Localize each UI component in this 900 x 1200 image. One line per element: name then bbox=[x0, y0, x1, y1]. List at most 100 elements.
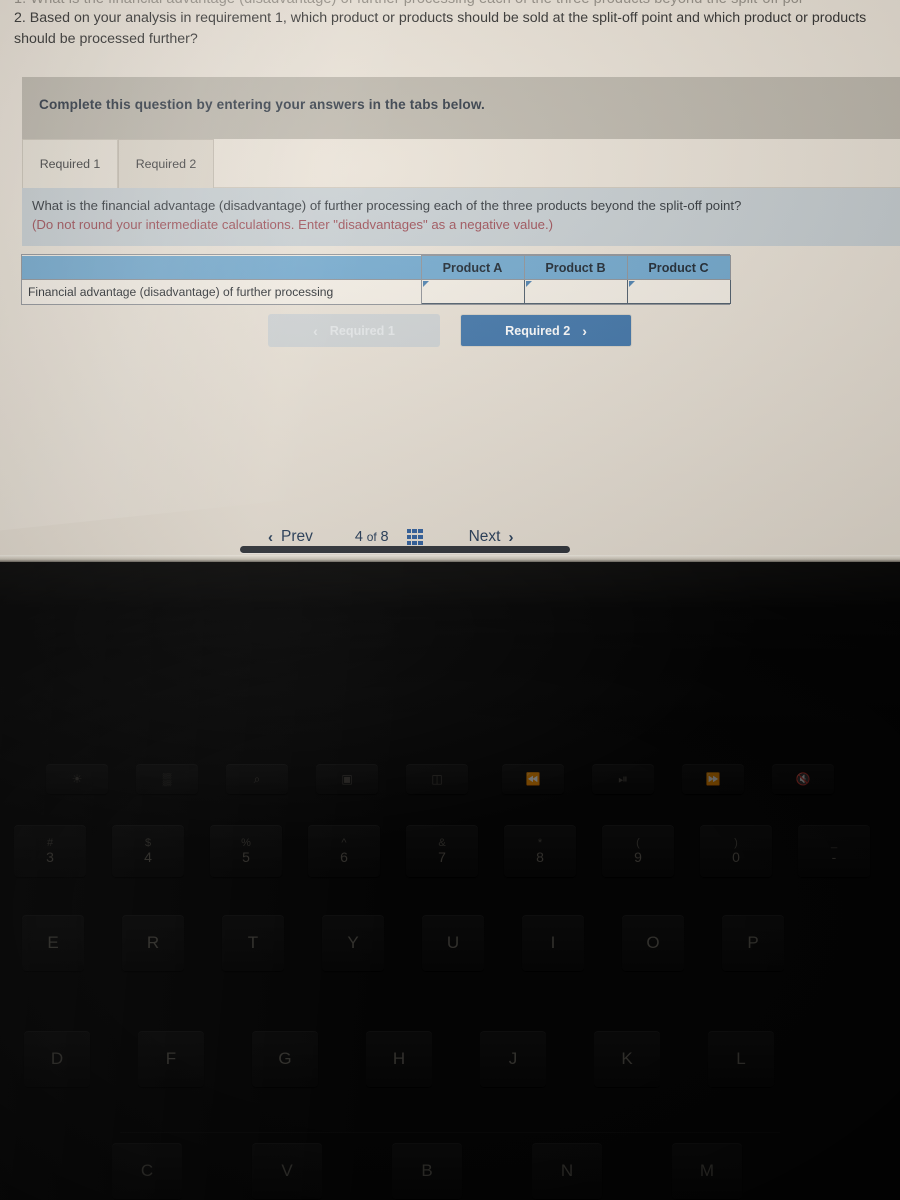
key-shift-glyph: * bbox=[537, 837, 543, 849]
cell-corner-marker-icon bbox=[422, 281, 429, 287]
key-base-glyph: P bbox=[747, 933, 759, 952]
tab-required-2-label: Required 2 bbox=[135, 157, 197, 171]
key-i[interactable]: I bbox=[522, 915, 584, 971]
key-base-glyph: 3 bbox=[46, 849, 54, 865]
key-y[interactable]: Y bbox=[322, 915, 384, 971]
key-base-glyph: L bbox=[736, 1049, 746, 1068]
laptop-keyboard-deck: ☀ ▒ ⌕ ▣ ◫ ⏪ ⏯ ⏩ 🔇 #3 $4% 5 ^ 6 & 7 * 8(9) 0 _ - ERTYUIOP DF… bbox=[0, 562, 900, 1200]
input-product-c[interactable] bbox=[627, 280, 730, 303]
keyboard-backlight-icon: ▒ bbox=[162, 772, 172, 786]
key-7[interactable]: & 7 bbox=[406, 825, 478, 877]
required-1-prev-button[interactable]: ‹ Required 1 bbox=[268, 314, 440, 347]
key-base-glyph: O bbox=[646, 933, 660, 952]
key-k[interactable]: K bbox=[594, 1031, 660, 1087]
tab-required-2[interactable]: Required 2 bbox=[118, 139, 214, 188]
key-fast-forward-icon[interactable]: ⏩ bbox=[682, 764, 744, 794]
key-base-glyph: 7 bbox=[438, 849, 446, 865]
key-d[interactable]: D bbox=[24, 1031, 90, 1087]
pagination-prev-label: Prev bbox=[281, 528, 313, 545]
key-base-glyph: R bbox=[146, 933, 160, 952]
table-header-product-c: Product C bbox=[626, 255, 731, 280]
keyboard-home-row: DF G H J K L bbox=[0, 1030, 900, 1088]
key-p[interactable]: P bbox=[722, 915, 784, 971]
cell-product-a[interactable] bbox=[420, 279, 525, 304]
pagination-next-button[interactable]: Next › bbox=[469, 528, 514, 546]
key-j[interactable]: J bbox=[480, 1031, 546, 1087]
key-r[interactable]: R bbox=[122, 915, 184, 971]
search-icon: ⌕ bbox=[253, 771, 261, 786]
key-6[interactable]: ^ 6 bbox=[308, 825, 380, 877]
prompt-line-2-warning: (Do not round your intermediate calculat… bbox=[32, 217, 554, 232]
grid-3x3-icon[interactable] bbox=[406, 529, 423, 545]
key-5[interactable]: % 5 bbox=[210, 825, 282, 877]
mute-icon: 🔇 bbox=[795, 772, 811, 786]
key-keyboard-backlight-icon[interactable]: ▒ bbox=[136, 764, 198, 794]
table-header-blank bbox=[22, 255, 422, 280]
chevron-right-icon: › bbox=[508, 528, 514, 546]
cell-corner-marker-icon bbox=[628, 281, 635, 287]
key-h[interactable]: H bbox=[366, 1031, 432, 1087]
key-f[interactable]: F bbox=[138, 1031, 204, 1087]
key-g[interactable]: G bbox=[252, 1031, 318, 1087]
key-display-switch-icon[interactable]: ◫ bbox=[406, 764, 468, 794]
tab-required-1-label: Required 1 bbox=[39, 157, 101, 171]
cell-product-c[interactable] bbox=[626, 279, 731, 304]
key-shift-glyph: ) bbox=[734, 837, 738, 849]
horizontal-scrollbar-track[interactable] bbox=[240, 546, 580, 554]
key-v[interactable]: V bbox=[252, 1143, 322, 1199]
key-display-brightness-icon[interactable]: ☀ bbox=[46, 764, 108, 794]
key-4[interactable]: $4 bbox=[112, 825, 184, 877]
key-base-glyph: C bbox=[140, 1161, 154, 1180]
key-0[interactable]: ) 0 bbox=[700, 825, 772, 877]
key-3[interactable]: #3 bbox=[14, 825, 86, 877]
rewind-icon: ⏪ bbox=[525, 772, 541, 786]
key-8[interactable]: * 8 bbox=[504, 825, 576, 877]
display-switch-icon: ◫ bbox=[431, 772, 443, 786]
input-product-b[interactable] bbox=[524, 280, 627, 303]
key-n[interactable]: N bbox=[532, 1143, 602, 1199]
required-1-prev-label: Required 1 bbox=[329, 323, 395, 338]
keyboard-number-row: #3 $4% 5 ^ 6 & 7 * 8(9) 0 _ - bbox=[0, 824, 900, 878]
horizontal-scrollbar-thumb[interactable] bbox=[240, 546, 570, 553]
table-header-row: Product A Product B Product C bbox=[22, 255, 731, 280]
key-c[interactable]: C bbox=[112, 1143, 182, 1199]
cell-corner-marker-icon bbox=[525, 281, 532, 287]
cell-product-b[interactable] bbox=[523, 279, 628, 304]
key-app-window-icon[interactable]: ▣ bbox=[316, 764, 378, 794]
key-play-pause-icon[interactable]: ⏯ bbox=[592, 764, 654, 794]
key-m[interactable]: M bbox=[672, 1143, 742, 1199]
key-t[interactable]: T bbox=[222, 915, 284, 971]
key-search-icon[interactable]: ⌕ bbox=[226, 764, 288, 794]
chevron-left-icon: ‹ bbox=[313, 322, 318, 339]
key-shift-glyph: & bbox=[438, 837, 446, 849]
required-2-next-button[interactable]: Required 2 › bbox=[460, 314, 632, 347]
key-base-glyph: G bbox=[278, 1049, 292, 1068]
key-9[interactable]: (9 bbox=[602, 825, 674, 877]
key-rewind-icon[interactable]: ⏪ bbox=[502, 764, 564, 794]
key-l[interactable]: L bbox=[708, 1031, 774, 1087]
key-o[interactable]: O bbox=[622, 915, 684, 971]
keyboard-bottom-row: CVBNM bbox=[0, 1142, 900, 1200]
table-header-product-b: Product B bbox=[523, 255, 628, 280]
requirement-nav-buttons: ‹ Required 1 Required 2 › bbox=[268, 314, 632, 347]
key-b[interactable]: B bbox=[392, 1143, 462, 1199]
prompt-box: What is the financial advantage (disadva… bbox=[22, 188, 900, 246]
question-1-clipped-text: 1. What is the financial advantage (disa… bbox=[14, 0, 900, 7]
key-base-glyph: E bbox=[47, 933, 59, 952]
app-window-icon: ▣ bbox=[341, 772, 353, 786]
fast-forward-icon: ⏩ bbox=[705, 772, 721, 786]
laptop-screen: 1. What is the financial advantage (disa… bbox=[0, 0, 900, 562]
display-brightness-icon: ☀ bbox=[71, 772, 83, 786]
key--[interactable]: _ - bbox=[798, 825, 870, 877]
key-mute-icon[interactable]: 🔇 bbox=[772, 764, 834, 794]
key-u[interactable]: U bbox=[422, 915, 484, 971]
tab-required-1[interactable]: Required 1 bbox=[22, 139, 118, 188]
key-base-glyph: U bbox=[446, 933, 460, 952]
key-e[interactable]: E bbox=[22, 915, 84, 971]
pagination-total: 8 bbox=[380, 529, 389, 545]
input-product-a[interactable] bbox=[421, 280, 524, 303]
pagination-prev-button[interactable]: ‹ Prev bbox=[268, 528, 313, 546]
key-base-glyph: 8 bbox=[536, 849, 544, 865]
key-base-glyph: J bbox=[508, 1049, 518, 1068]
tab-strip-filler bbox=[214, 139, 900, 188]
